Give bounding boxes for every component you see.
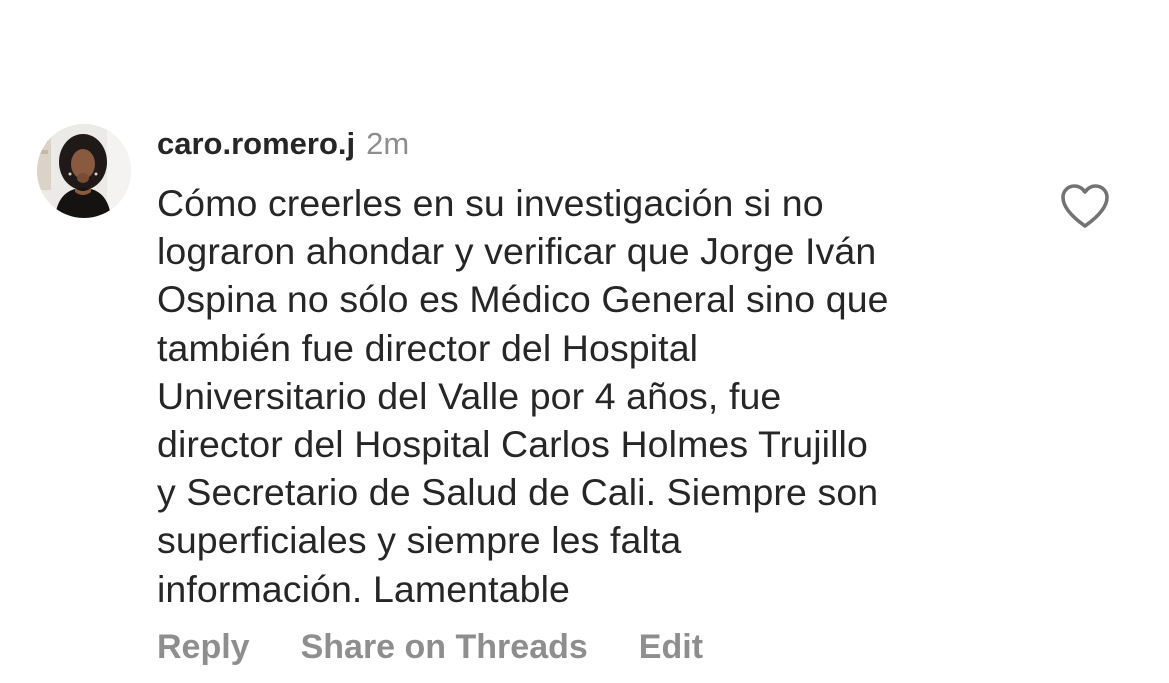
edit-button[interactable]: Edit [639, 628, 703, 667]
reply-button[interactable]: Reply [157, 628, 250, 667]
comment-text-line: Cómo creerles en su investigación si no [157, 182, 824, 224]
comment-text-line: y Secretario de Salud de Cali. Siempre s… [157, 471, 879, 514]
comment-actions: Reply Share on Threads Edit [157, 628, 703, 667]
comment-text-line: director del Hospital Carlos Holmes Truj… [157, 423, 868, 466]
comment: caro.romero.j 2m Cómo creerles en su inv… [0, 0, 1169, 683]
heart-outline-icon [1061, 184, 1109, 228]
comment-text-line: información. Lamentable [157, 567, 570, 610]
avatar-photo [37, 124, 131, 218]
like-button[interactable] [1059, 182, 1111, 230]
comment-text-line: Universitario del Valle por 4 años, fue [157, 374, 782, 417]
username[interactable]: caro.romero.j [157, 126, 355, 162]
timestamp: 2m [366, 126, 410, 161]
comment-text-line: superficiales y siempre les falta [157, 519, 682, 562]
avatar[interactable] [37, 124, 131, 218]
comment-text-line: también fue director del Hospital [157, 326, 699, 369]
comment-text: Cómo creerles en su investigación si no … [157, 179, 1037, 613]
comment-text-line: Ospina no sólo es Médico General sino qu… [157, 278, 889, 321]
comment-header: caro.romero.j 2m [157, 126, 409, 166]
share-on-threads-button[interactable]: Share on Threads [301, 628, 588, 667]
comment-text-line: lograron ahondar y verificar que Jorge I… [157, 230, 877, 273]
